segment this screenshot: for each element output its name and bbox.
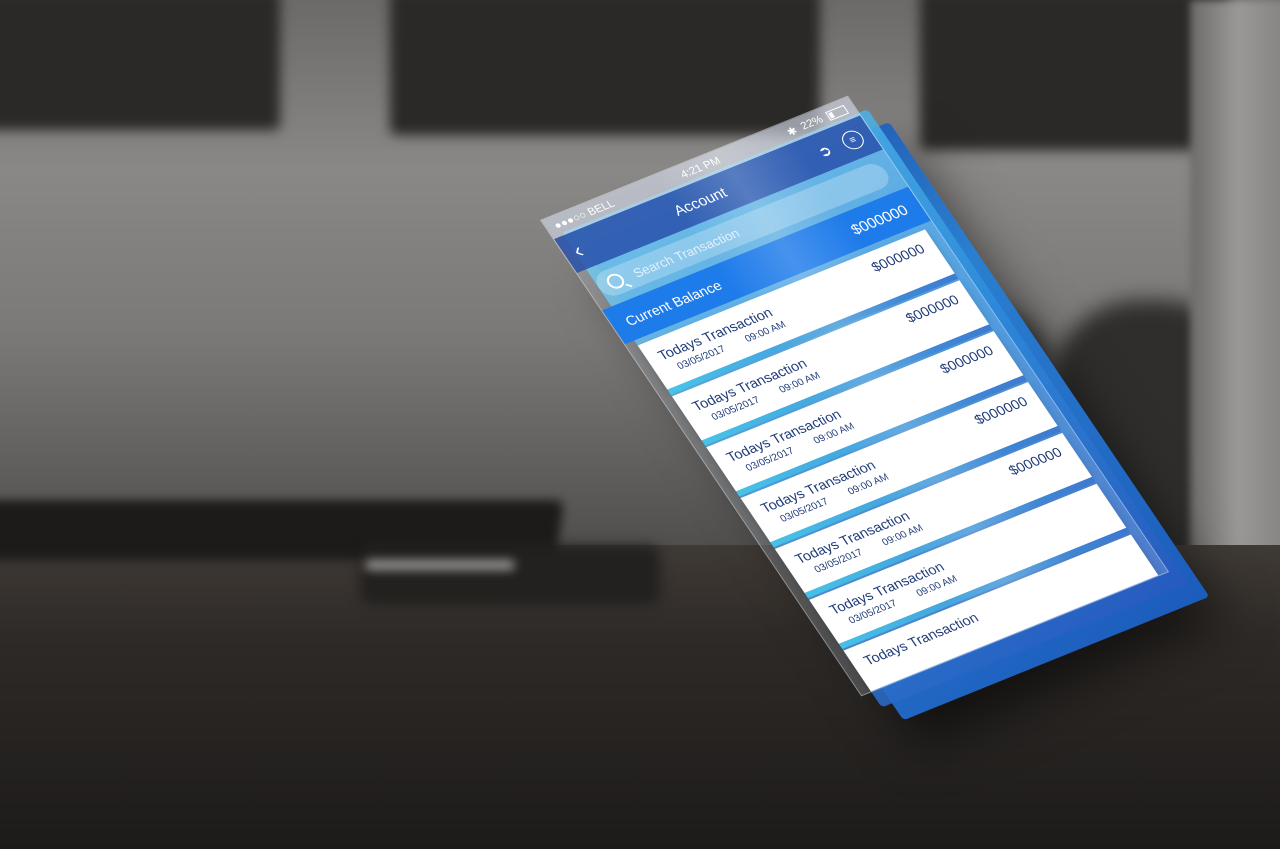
logout-icon[interactable]: ➲ [814,141,835,161]
desk-phone [360,545,660,605]
battery-percent: 22% [798,113,826,133]
wall-frame [390,0,820,135]
nav-actions: ➲ ≡ [813,127,868,162]
page-title: Account [670,184,731,219]
desk-phone-edge [365,560,515,570]
transaction-amount: $000000 [867,240,928,275]
battery-icon [824,104,850,121]
chevron-left-icon[interactable]: ‹ [567,239,589,264]
bluetooth-icon: ✱ [784,124,800,139]
wall-frame [0,0,280,130]
menu-icon[interactable]: ≡ [837,127,868,153]
search-icon [603,271,628,291]
